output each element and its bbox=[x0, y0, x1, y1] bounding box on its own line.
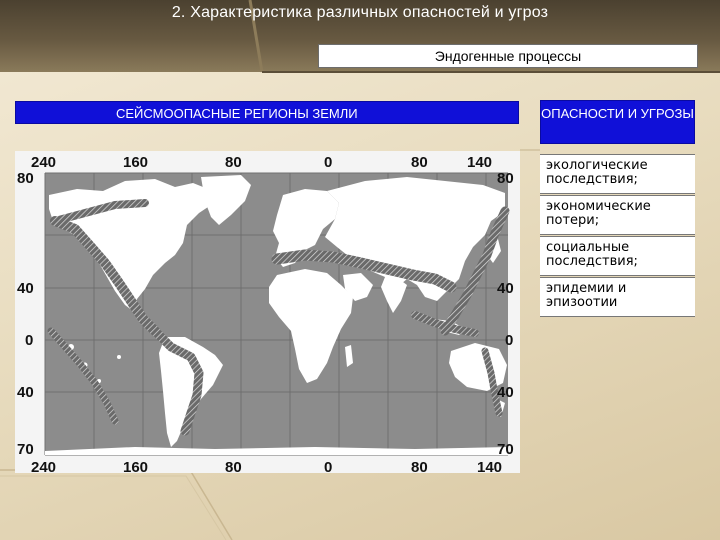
bottom-axis-label: 80 bbox=[411, 459, 428, 473]
top-axis-label: 240 bbox=[31, 154, 56, 171]
right-axis-label: 40 bbox=[497, 384, 514, 401]
world-map-image: 240 160 80 0 80 140 240 160 80 0 80 140 … bbox=[17, 154, 514, 473]
left-axis: 80 40 0 40 70 bbox=[17, 170, 34, 458]
pacific-island bbox=[117, 355, 121, 359]
left-axis-label: 70 bbox=[17, 441, 34, 458]
threat-item-social: социальные последствия; bbox=[540, 236, 695, 276]
top-axis-label: 80 bbox=[225, 154, 242, 171]
top-axis-label: 140 bbox=[467, 154, 492, 171]
section-title: Эндогенные процессы bbox=[318, 44, 698, 68]
bottom-axis-label: 0 bbox=[324, 459, 332, 473]
map-header: СЕЙСМООПАСНЫЕ РЕГИОНЫ ЗЕМЛИ bbox=[15, 101, 519, 124]
top-axis-label: 0 bbox=[324, 154, 332, 171]
bottom-axis-label: 140 bbox=[477, 459, 502, 473]
bottom-axis-label: 160 bbox=[123, 459, 148, 473]
right-axis-label: 80 bbox=[497, 170, 514, 187]
top-axis-label: 80 bbox=[411, 154, 428, 171]
right-axis-label: 0 bbox=[505, 332, 513, 349]
threats-list: экологические последствия; экономические… bbox=[540, 154, 695, 318]
seismic-map: 240 160 80 0 80 140 240 160 80 0 80 140 … bbox=[15, 151, 520, 473]
left-axis-label: 80 bbox=[17, 170, 34, 187]
right-axis-label: 40 bbox=[497, 280, 514, 297]
bottom-axis: 240 160 80 0 80 140 bbox=[31, 459, 502, 473]
threat-item-epidemics: эпидемии и эпизоотии bbox=[540, 277, 695, 317]
bottom-axis-label: 80 bbox=[225, 459, 242, 473]
left-axis-label: 40 bbox=[17, 384, 34, 401]
left-axis-label: 0 bbox=[25, 332, 33, 349]
bottom-axis-label: 240 bbox=[31, 459, 56, 473]
right-axis-label: 70 bbox=[497, 441, 514, 458]
top-axis-label: 160 bbox=[123, 154, 148, 171]
threat-item-ecological: экологические последствия; bbox=[540, 154, 695, 194]
left-axis-label: 40 bbox=[17, 280, 34, 297]
slide-title: 2. Характеристика различных опасностей и… bbox=[171, 4, 549, 21]
top-axis: 240 160 80 0 80 140 bbox=[31, 154, 492, 171]
threat-item-economic: экономические потери; bbox=[540, 195, 695, 235]
threats-header: ОПАСНОСТИ И УГРОЗЫ bbox=[540, 100, 695, 144]
